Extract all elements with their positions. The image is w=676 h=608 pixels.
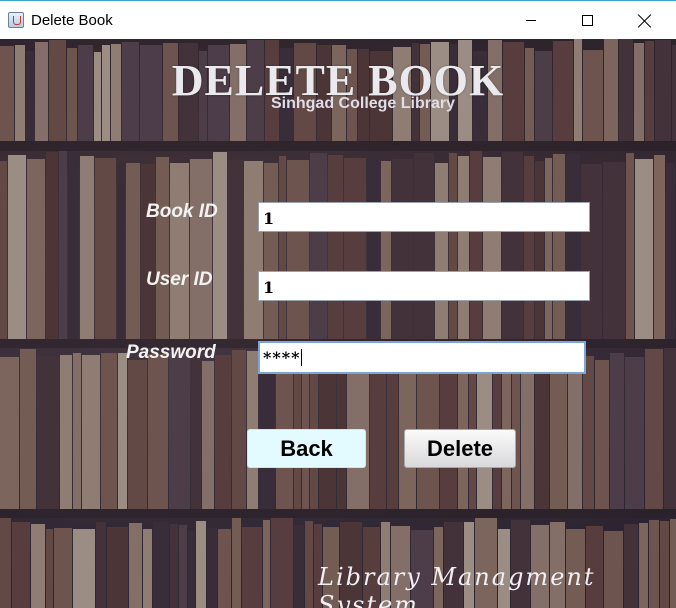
close-icon bbox=[638, 14, 652, 28]
maximize-button[interactable] bbox=[564, 2, 610, 39]
close-button[interactable] bbox=[622, 2, 668, 39]
password-value: **** bbox=[263, 348, 301, 367]
password-label: Password bbox=[126, 342, 216, 363]
book-id-input[interactable]: 1 bbox=[258, 202, 590, 232]
bookshelf-background-image bbox=[0, 39, 676, 608]
delete-button[interactable]: Delete bbox=[404, 429, 516, 468]
library-subtitle: Sinhgad College Library bbox=[270, 95, 456, 112]
book-id-label: Book ID bbox=[146, 201, 218, 222]
minimize-icon bbox=[526, 20, 536, 21]
form-panel: DELETE BOOK Sinhgad College Library Book… bbox=[0, 39, 676, 608]
back-button[interactable]: Back bbox=[247, 429, 366, 468]
maximize-icon bbox=[581, 15, 593, 26]
delete-book-window: Delete Book DELETE BOOK Sinhgad College … bbox=[0, 0, 676, 608]
title-bar: Delete Book bbox=[0, 2, 676, 39]
minimize-button[interactable] bbox=[508, 2, 554, 39]
user-id-input[interactable]: 1 bbox=[258, 271, 590, 301]
user-id-label: User ID bbox=[146, 269, 213, 290]
password-input[interactable]: **** bbox=[258, 341, 586, 374]
java-app-icon bbox=[8, 12, 24, 28]
window-title: Delete Book bbox=[31, 12, 113, 29]
text-caret bbox=[301, 349, 303, 366]
footer-tagline: Library Managment System bbox=[318, 563, 596, 608]
